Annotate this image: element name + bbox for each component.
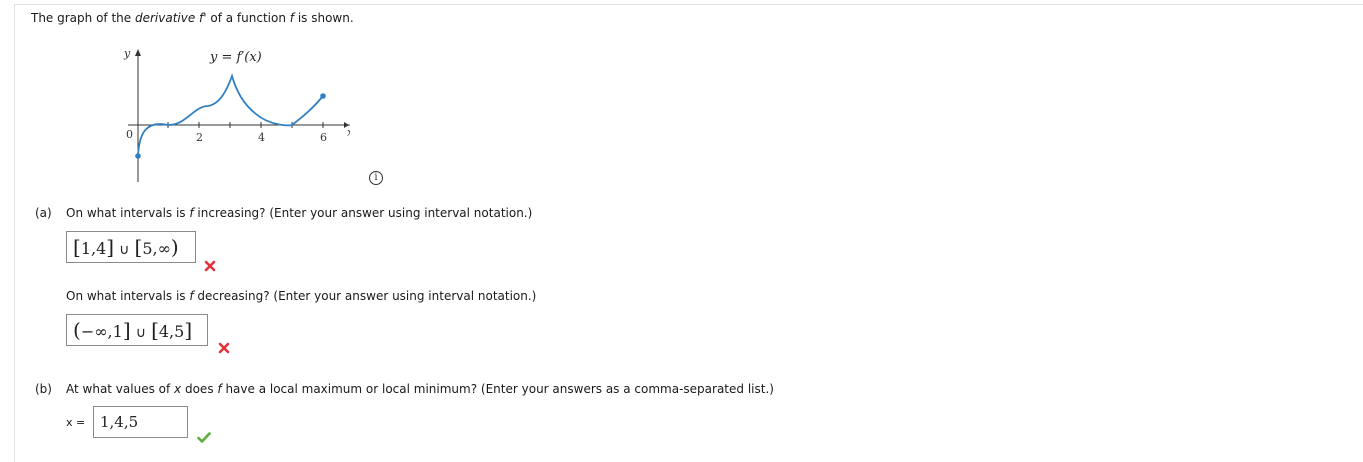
x-equals-label: x = [66, 416, 86, 429]
curve-end-point [320, 93, 326, 99]
tick-label-4: 4 [258, 131, 265, 144]
part-b-question: At what values of x does f have a local … [66, 382, 774, 396]
x-axis-label: x [347, 126, 350, 139]
part-a-question-increasing: On what intervals is f increasing? (Ente… [66, 206, 533, 220]
tick-label-6: 6 [320, 131, 327, 144]
info-icon[interactable]: i [369, 171, 383, 185]
derivative-graph: y y = f′(x) 0 2 4 6 x [123, 47, 350, 182]
decreasing-answer-field[interactable]: (−∞,1] ∪ [4,5] [66, 314, 208, 346]
y-axis-label: y [123, 47, 131, 60]
incorrect-icon [204, 260, 216, 272]
part-b-label: (b) [35, 382, 52, 396]
tick-label-2: 2 [196, 131, 203, 144]
derivative-curve [137, 73, 324, 157]
incorrect-icon [218, 342, 230, 354]
extrema-answer-field[interactable]: 1,4,5 [93, 406, 188, 438]
part-a-question-decreasing: On what intervals is f decreasing? (Ente… [66, 289, 537, 303]
correct-check-icon [197, 432, 211, 443]
y-axis-arrow [135, 49, 141, 56]
curve-label: y = f′(x) [209, 50, 262, 65]
part-a-label: (a) [35, 206, 52, 220]
question-intro: The graph of the derivative f' of a func… [31, 11, 354, 25]
curve-start-point [135, 153, 141, 159]
origin-label: 0 [126, 128, 133, 141]
increasing-answer-field[interactable]: [1,4] ∪ [5,∞) [66, 231, 196, 263]
